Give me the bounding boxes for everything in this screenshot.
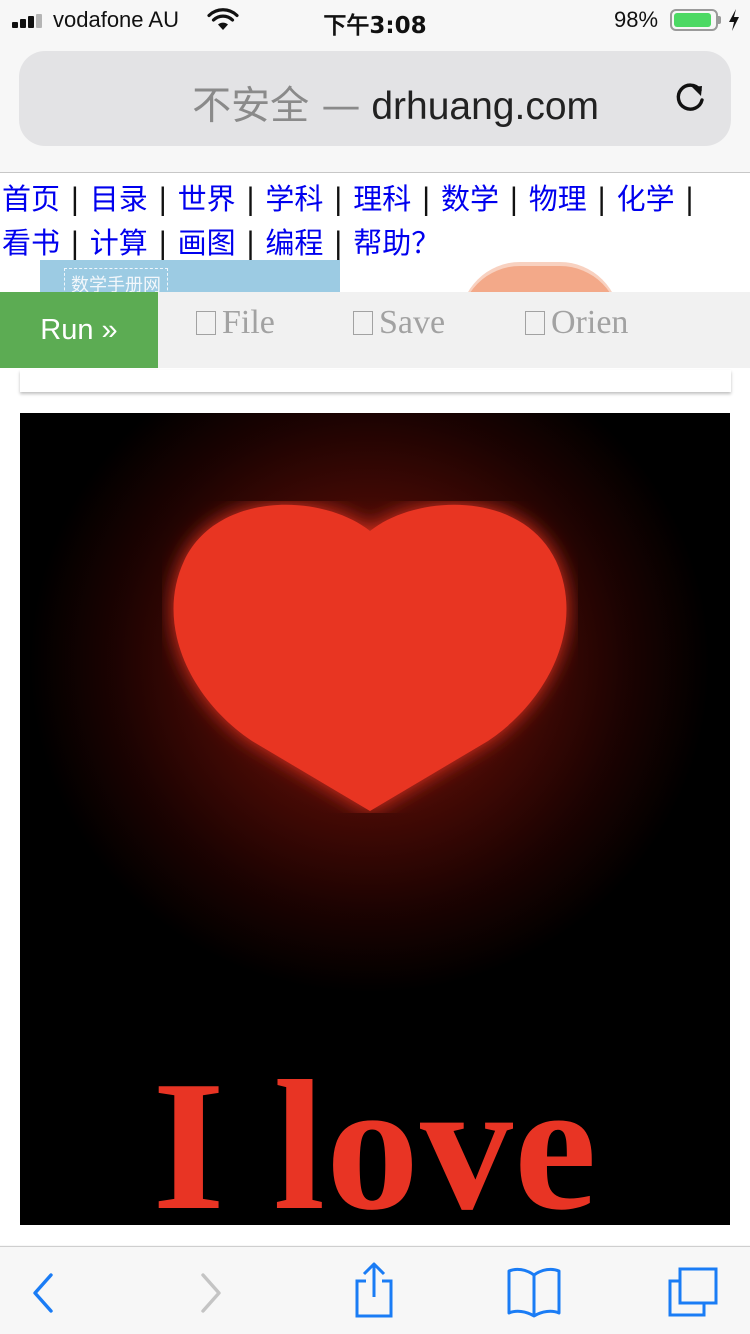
run-button[interactable]: Run » xyxy=(0,292,158,368)
url-display[interactable]: 不安全 — drhuang.com xyxy=(19,75,639,131)
nav-separator: | xyxy=(509,182,519,216)
nav-separator: | xyxy=(70,182,80,216)
nav-link-program[interactable]: 编程 xyxy=(265,226,323,260)
nav-link-contents[interactable]: 目录 xyxy=(90,182,148,216)
nav-separator: | xyxy=(245,226,256,260)
nav-link-physics[interactable]: 物理 xyxy=(529,182,587,216)
orientation-icon xyxy=(525,311,545,335)
nav-link-help[interactable]: 帮助？ xyxy=(353,226,440,260)
browser-bottom-bar xyxy=(0,1246,750,1334)
address-bar[interactable]: 不安全 — drhuang.com xyxy=(19,51,731,146)
orientation-button[interactable]: Orien xyxy=(525,304,628,342)
url-domain: drhuang.com xyxy=(371,85,599,128)
nav-separator: | xyxy=(684,182,695,216)
nav-link-math[interactable]: 数学 xyxy=(441,182,499,216)
reload-icon[interactable] xyxy=(670,78,710,118)
nav-separator: | xyxy=(245,182,256,216)
save-label: Save xyxy=(379,304,446,341)
forward-icon[interactable] xyxy=(196,1271,226,1315)
output-canvas: I love xyxy=(20,413,730,1225)
nav-link-chemistry[interactable]: 化学 xyxy=(617,182,675,216)
share-icon[interactable] xyxy=(350,1261,398,1319)
file-button[interactable]: File xyxy=(196,304,275,342)
nav-link-science[interactable]: 理科 xyxy=(353,182,411,216)
nav-separator: | xyxy=(70,226,80,260)
heart-shape xyxy=(173,504,567,811)
file-label: File xyxy=(222,304,275,341)
code-editor[interactable] xyxy=(20,370,731,392)
canvas-love-text: I love xyxy=(152,1043,598,1225)
save-button[interactable]: Save xyxy=(353,304,445,342)
nav-separator: | xyxy=(157,226,168,260)
charging-bolt-icon xyxy=(729,9,739,31)
nav-separator: | xyxy=(333,226,344,260)
nav-link-books[interactable]: 看书 xyxy=(2,226,60,260)
battery-icon xyxy=(670,9,718,31)
bookmarks-icon[interactable] xyxy=(506,1265,562,1319)
nav-link-calculate[interactable]: 计算 xyxy=(90,226,148,260)
orientation-label: Orien xyxy=(551,304,629,341)
nav-link-subjects[interactable]: 学科 xyxy=(265,182,323,216)
status-bar: vodafone AU 下午3:08 98% xyxy=(0,0,750,42)
editor-toolbar: Run » File Save Orien xyxy=(0,292,750,368)
nav-separator: | xyxy=(421,182,431,216)
tabs-icon[interactable] xyxy=(666,1265,722,1319)
nav-separator: | xyxy=(333,182,344,216)
back-icon[interactable] xyxy=(28,1271,58,1315)
site-nav: 首页 | 目录 | 世界 | 学科 | 理科 | 数学 | 物理 | 化学 | 看书 | 计算 | 画图 | 编程 | 帮助？ xyxy=(2,177,750,265)
nav-link-world[interactable]: 世界 xyxy=(178,182,236,216)
security-warning: 不安全 — xyxy=(192,84,361,129)
file-icon xyxy=(196,311,216,335)
site-nav-row-2: 看书 | 计算 | 画图 | 编程 | 帮助？ xyxy=(2,221,750,265)
nav-link-home[interactable]: 首页 xyxy=(2,182,60,216)
save-icon xyxy=(353,311,373,335)
site-nav-row-1: 首页 | 目录 | 世界 | 学科 | 理科 | 数学 | 物理 | 化学 | xyxy=(2,177,750,221)
battery-cap xyxy=(718,16,721,24)
nav-separator: | xyxy=(157,182,168,216)
nav-separator: | xyxy=(596,182,607,216)
battery-percent: 98% xyxy=(614,7,659,32)
nav-link-draw[interactable]: 画图 xyxy=(178,226,236,260)
